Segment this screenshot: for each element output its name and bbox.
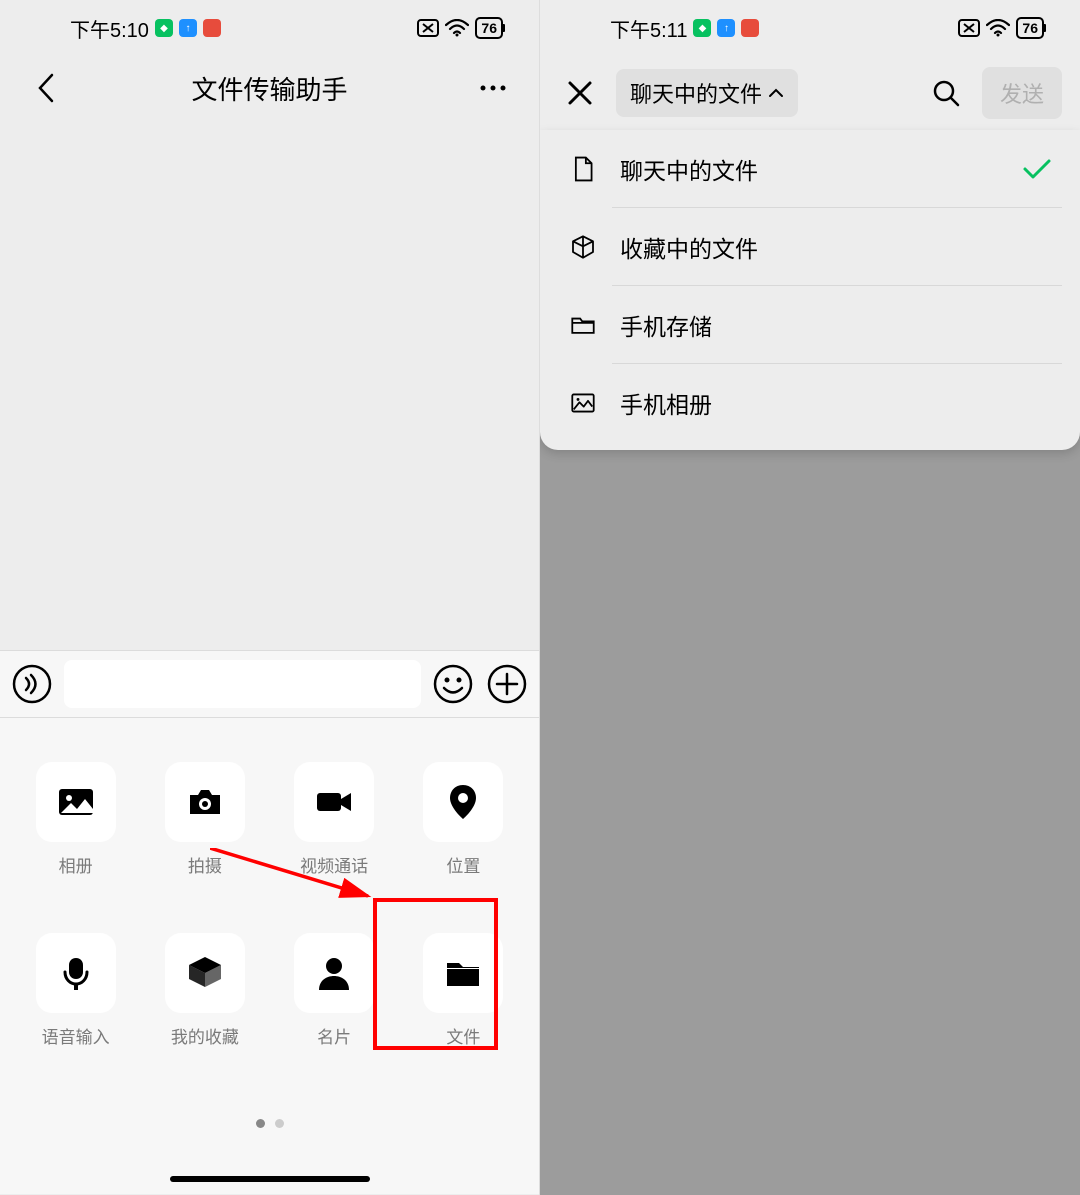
phone-screen-chat: 下午5:10 ◆ ↑ 76 文件传输助手 bbox=[0, 0, 540, 1195]
check-icon bbox=[1022, 158, 1052, 180]
video-icon bbox=[294, 762, 374, 842]
source-option[interactable]: 手机相册 bbox=[540, 364, 1080, 442]
no-sim-icon bbox=[417, 19, 439, 37]
dropdown-label: 聊天中的文件 bbox=[630, 77, 762, 109]
source-option-label: 手机存储 bbox=[620, 308, 1052, 342]
wifi-icon bbox=[445, 19, 469, 37]
attach-option-location[interactable]: 位置 bbox=[416, 762, 511, 877]
message-input[interactable] bbox=[64, 660, 421, 708]
source-option-label: 聊天中的文件 bbox=[620, 152, 1000, 186]
chevron-up-icon bbox=[768, 88, 784, 98]
camera-icon bbox=[165, 762, 245, 842]
image-icon bbox=[568, 388, 598, 418]
phone-screen-picker: 下午5:11 ◆ ↑ 76 聊天中的文件 bbox=[540, 0, 1080, 1195]
app-indicator-icon: ◆ bbox=[693, 19, 711, 37]
status-time: 下午5:10 bbox=[70, 14, 149, 43]
source-option[interactable]: 收藏中的文件 bbox=[540, 208, 1080, 286]
attach-option-person[interactable]: 名片 bbox=[287, 933, 382, 1048]
attach-option-box[interactable]: 我的收藏 bbox=[157, 933, 252, 1048]
mic-icon bbox=[36, 933, 116, 1013]
status-bar: 下午5:11 ◆ ↑ 76 bbox=[540, 0, 1080, 56]
page-dot bbox=[275, 1119, 284, 1128]
chat-navbar: 文件传输助手 bbox=[0, 56, 539, 120]
attach-option-label: 位置 bbox=[446, 852, 480, 877]
box-icon bbox=[165, 933, 245, 1013]
app-indicator-icon: ↑ bbox=[717, 19, 735, 37]
more-button[interactable] bbox=[471, 66, 515, 110]
attach-option-label: 拍摄 bbox=[188, 852, 222, 877]
source-dropdown-menu: 聊天中的文件 收藏中的文件 手机存储 手机相册 bbox=[540, 130, 1080, 450]
source-option-label: 手机相册 bbox=[620, 386, 1052, 420]
battery-icon: 76 bbox=[475, 17, 503, 39]
person-icon bbox=[294, 933, 374, 1013]
source-option[interactable]: 手机存储 bbox=[540, 286, 1080, 364]
back-button[interactable] bbox=[24, 66, 68, 110]
attach-option-label: 语音输入 bbox=[42, 1023, 110, 1048]
photo-icon bbox=[36, 762, 116, 842]
send-button[interactable]: 发送 bbox=[982, 67, 1062, 119]
app-indicator-icon: ↑ bbox=[179, 19, 197, 37]
cube-icon bbox=[568, 232, 598, 262]
emoji-button[interactable] bbox=[431, 662, 475, 706]
attach-option-photo[interactable]: 相册 bbox=[28, 762, 123, 877]
wifi-icon bbox=[986, 19, 1010, 37]
no-sim-icon bbox=[958, 19, 980, 37]
attach-option-label: 名片 bbox=[317, 1023, 351, 1048]
attach-option-label: 视频通话 bbox=[300, 852, 368, 877]
source-option-label: 收藏中的文件 bbox=[620, 230, 1052, 264]
home-indicator[interactable] bbox=[170, 1176, 370, 1182]
chat-messages-area[interactable] bbox=[0, 120, 539, 650]
voice-button[interactable] bbox=[10, 662, 54, 706]
attach-option-label: 相册 bbox=[59, 852, 93, 877]
folder-outline-icon bbox=[568, 310, 598, 340]
attach-option-camera[interactable]: 拍摄 bbox=[157, 762, 252, 877]
attachment-panel: 相册 拍摄 视频通话 位置 语音输入 我的收藏 名片 文件 bbox=[0, 718, 539, 1194]
picker-navbar: 聊天中的文件 发送 bbox=[540, 56, 1080, 130]
app-indicator-icon: ◆ bbox=[155, 19, 173, 37]
attach-option-folder[interactable]: 文件 bbox=[416, 933, 511, 1048]
location-icon bbox=[423, 762, 503, 842]
close-button[interactable] bbox=[558, 71, 602, 115]
source-option[interactable]: 聊天中的文件 bbox=[540, 130, 1080, 208]
attach-option-label: 文件 bbox=[446, 1023, 480, 1048]
folder-icon bbox=[423, 933, 503, 1013]
page-dot bbox=[256, 1119, 265, 1128]
chat-title: 文件传输助手 bbox=[68, 70, 471, 107]
app-indicator-icon bbox=[203, 19, 221, 37]
attach-option-label: 我的收藏 bbox=[171, 1023, 239, 1048]
page-indicator bbox=[0, 1119, 539, 1128]
search-button[interactable] bbox=[924, 71, 968, 115]
app-indicator-icon bbox=[741, 19, 759, 37]
status-bar: 下午5:10 ◆ ↑ 76 bbox=[0, 0, 539, 56]
battery-icon: 76 bbox=[1016, 17, 1044, 39]
file-icon bbox=[568, 154, 598, 184]
attach-option-mic[interactable]: 语音输入 bbox=[28, 933, 123, 1048]
chat-input-bar bbox=[0, 650, 539, 718]
attach-option-video[interactable]: 视频通话 bbox=[287, 762, 382, 877]
source-dropdown-button[interactable]: 聊天中的文件 bbox=[616, 69, 798, 117]
plus-button[interactable] bbox=[485, 662, 529, 706]
status-time: 下午5:11 bbox=[610, 14, 687, 43]
